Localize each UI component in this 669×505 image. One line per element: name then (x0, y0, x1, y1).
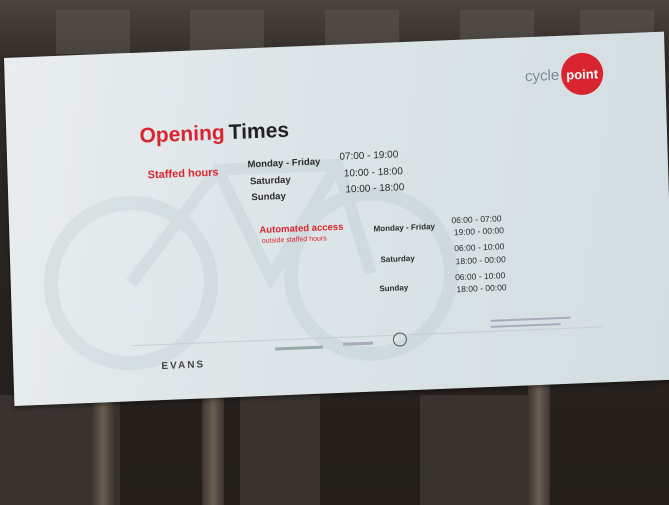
glass-reflection (420, 395, 530, 505)
automated-day-2: Saturday (380, 253, 415, 265)
automated-time-3a: 06:00 - 10:00 (454, 270, 506, 283)
title-times: Times (228, 118, 290, 145)
footer-fine-print (490, 323, 561, 328)
logo-cycle-text: cycle (524, 66, 560, 85)
staffed-time-3: 10:00 - 18:00 (345, 182, 405, 196)
logo-point-text: point (566, 65, 599, 83)
automated-time-1a: 06:00 - 07:00 (451, 213, 502, 226)
logo-red-circle: point (560, 52, 604, 96)
photo-scene: cycle point Opening Times Staffed hours M… (0, 0, 669, 505)
window-pane (56, 10, 130, 54)
post (202, 385, 224, 505)
staffed-time-1: 07:00 - 19:00 (339, 149, 399, 163)
automated-time-2b: 18:00 - 00:00 (455, 254, 506, 267)
opening-times-sign: cycle point Opening Times Staffed hours M… (4, 31, 669, 406)
evans-logo: EVANS (161, 359, 206, 373)
title-opening: Opening (139, 121, 226, 148)
automated-day-3: Sunday (379, 283, 409, 294)
automated-time-1b: 19:00 - 00:00 (453, 225, 505, 238)
glass-reflection (240, 395, 320, 505)
post (92, 385, 114, 505)
staffed-day-3: Sunday (251, 190, 286, 204)
automated-time-2a: 06:00 - 10:00 (454, 241, 505, 254)
cyclepoint-logo: cycle point (524, 52, 604, 97)
staffed-time-2: 10:00 - 18:00 (343, 166, 403, 180)
staffed-day-2: Saturday (249, 174, 291, 188)
footer-fine-print (490, 316, 571, 322)
post (528, 385, 550, 505)
automated-time-3b: 18:00 - 00:00 (456, 282, 507, 295)
